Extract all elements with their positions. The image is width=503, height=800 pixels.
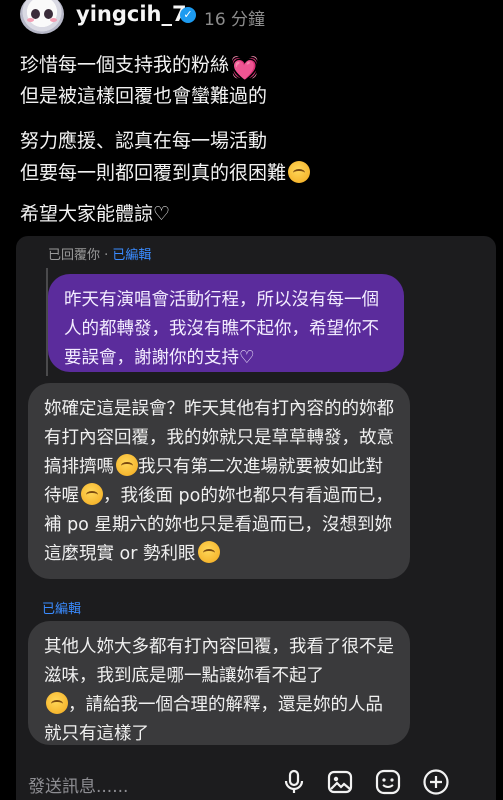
hand-over-mouth-emoji-icon	[81, 483, 103, 505]
replied-status: 已回覆你 · 已編輯	[48, 248, 152, 263]
smirk-face-emoji-icon	[46, 692, 68, 714]
add-icon[interactable]	[422, 768, 450, 796]
image-icon[interactable]	[326, 768, 354, 796]
smirk-face-emoji-icon	[116, 454, 138, 476]
post-header: yingcih_7 ✓ 16 分鐘	[0, 0, 503, 36]
verified-badge-icon: ✓	[180, 7, 196, 23]
heart-emoji-icon: 💓	[231, 56, 259, 81]
message-bubble-1[interactable]: 妳確定這是誤會？昨天其他有打內容的的妳都有打內容回覆，我的妳就只是草草轉發，故意…	[28, 383, 410, 579]
post-text-line-5: 希望大家能體諒♡	[20, 203, 171, 225]
edited-label: 已編輯	[42, 602, 82, 617]
post-text-line-1: 珍惜每一個支持我的粉絲💓	[20, 54, 259, 81]
post-timestamp: 16 分鐘	[204, 10, 266, 30]
message-input[interactable]: 發送訊息......	[28, 772, 128, 797]
username[interactable]: yingcih_7	[76, 2, 187, 26]
frustrated-face-emoji-icon	[288, 161, 311, 183]
message-composer[interactable]: 發送訊息......	[16, 766, 496, 800]
microphone-icon[interactable]	[280, 768, 308, 796]
blush-face-emoji-icon	[197, 541, 220, 563]
avatar[interactable]	[20, 0, 64, 34]
message-bubble-2[interactable]: 其他人妳大多都有打內容回覆，我看了很不是滋味，我到底是哪一點讓妳看不起了 ，請給我…	[28, 621, 410, 745]
sticker-icon[interactable]	[374, 768, 402, 796]
post-text-line-2: 但是被這樣回覆也會蠻難過的	[20, 85, 268, 107]
post-text-line-4: 但要每一則都回覆到真的很困難	[20, 158, 490, 188]
post-text-line-3: 努力應援、認真在每一場活動	[20, 130, 268, 152]
quoted-reply-bubble[interactable]: 昨天有演唱會活動行程，所以沒有每一個人的都轉發，我沒有瞧不起你，希望你不要誤會，…	[48, 274, 404, 372]
